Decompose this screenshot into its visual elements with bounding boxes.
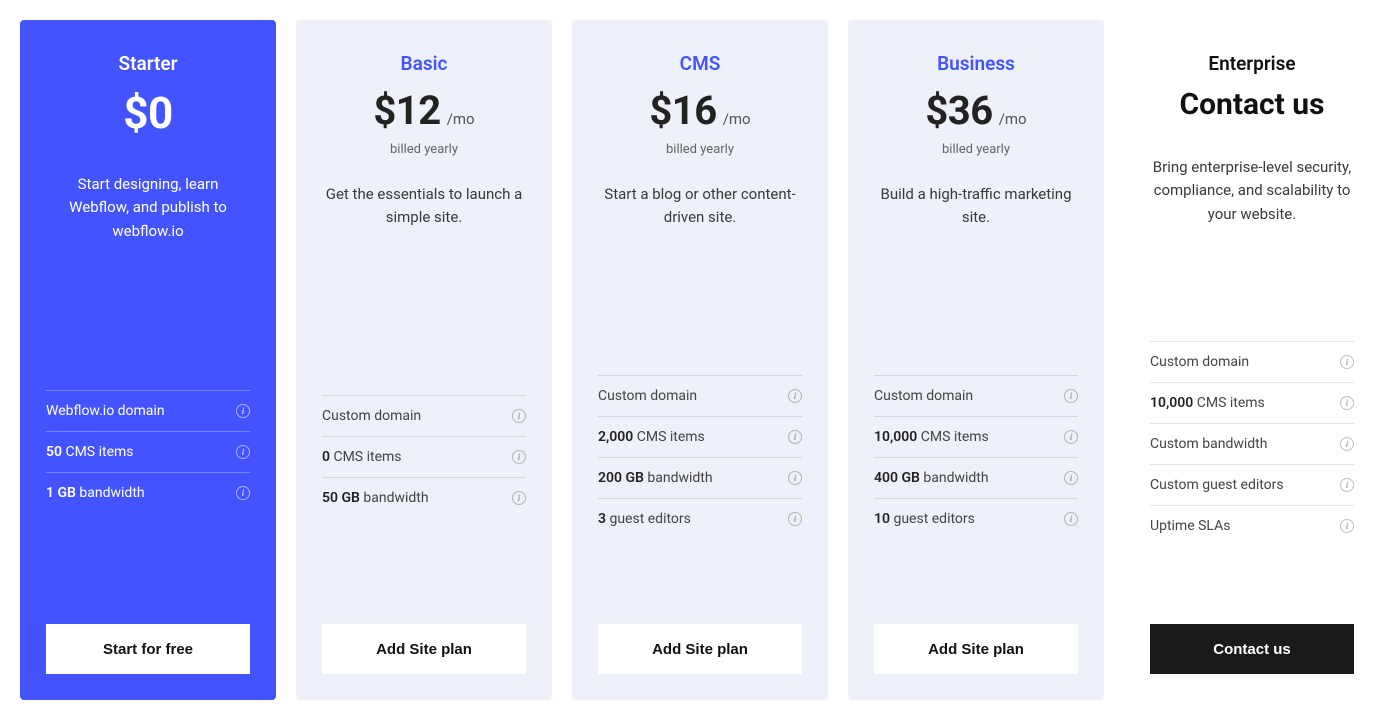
plan-per-month: /mo <box>723 110 751 128</box>
plan-name: CMS <box>598 52 802 75</box>
plan-header: Starter $0 <box>46 52 250 147</box>
plan-per-month: /mo <box>447 110 475 128</box>
info-icon[interactable]: i <box>1340 519 1354 533</box>
plan-price: $12 <box>373 87 440 134</box>
feature-item: Custom domaini <box>322 395 526 436</box>
feature-list: Custom domaini 2,000 CMS itemsi 200 GB b… <box>598 375 802 539</box>
add-site-plan-button[interactable]: Add Site plan <box>874 624 1078 674</box>
info-icon[interactable]: i <box>512 491 526 505</box>
info-icon[interactable]: i <box>1340 437 1354 451</box>
feature-list: Custom domaini 0 CMS itemsi 50 GB bandwi… <box>322 395 526 518</box>
plan-price: $36 <box>925 87 992 134</box>
info-icon[interactable]: i <box>236 445 250 459</box>
plan-price: $16 <box>649 87 716 134</box>
feature-item: 200 GB bandwidthi <box>598 457 802 498</box>
info-icon[interactable]: i <box>788 389 802 403</box>
feature-item: Webflow.io domaini <box>46 390 250 431</box>
feature-item: 10 guest editorsi <box>874 498 1078 539</box>
info-icon[interactable]: i <box>1340 396 1354 410</box>
feature-item: 50 CMS itemsi <box>46 431 250 472</box>
feature-item: Custom domaini <box>874 375 1078 416</box>
info-icon[interactable]: i <box>788 512 802 526</box>
start-for-free-button[interactable]: Start for free <box>46 624 250 674</box>
plan-name: Starter <box>46 52 250 75</box>
info-icon[interactable]: i <box>1064 430 1078 444</box>
feature-item: Custom domaini <box>1150 341 1354 382</box>
feature-list: Custom domaini 10,000 CMS itemsi Custom … <box>1150 341 1354 546</box>
plan-contact-label: Contact us <box>1150 87 1354 122</box>
info-icon[interactable]: i <box>1064 389 1078 403</box>
plan-name: Basic <box>322 52 526 75</box>
plan-header: Business $36 /mo billed yearly <box>874 52 1078 157</box>
plan-per-month: /mo <box>999 110 1027 128</box>
plan-name: Enterprise <box>1150 52 1354 75</box>
info-icon[interactable]: i <box>788 471 802 485</box>
plan-business: Business $36 /mo billed yearly Build a h… <box>848 20 1104 700</box>
feature-item: Custom bandwidthi <box>1150 423 1354 464</box>
feature-item: 10,000 CMS itemsi <box>1150 382 1354 423</box>
feature-item: Custom domaini <box>598 375 802 416</box>
info-icon[interactable]: i <box>1340 478 1354 492</box>
info-icon[interactable]: i <box>1064 512 1078 526</box>
plan-price: $0 <box>123 87 173 139</box>
feature-item: Custom guest editorsi <box>1150 464 1354 505</box>
plan-header: Basic $12 /mo billed yearly <box>322 52 526 157</box>
plan-enterprise: Enterprise Contact us Bring enterprise-l… <box>1124 20 1380 700</box>
plan-header: CMS $16 /mo billed yearly <box>598 52 802 157</box>
feature-item: 1 GB bandwidthi <box>46 472 250 513</box>
contact-us-button[interactable]: Contact us <box>1150 624 1354 674</box>
plan-billing: billed yearly <box>874 142 1078 157</box>
info-icon[interactable]: i <box>236 404 250 418</box>
info-icon[interactable]: i <box>1340 355 1354 369</box>
info-icon[interactable]: i <box>512 450 526 464</box>
feature-item: Uptime SLAsi <box>1150 505 1354 546</box>
plans-row: Starter $0 Start designing, learn Webflo… <box>20 20 1380 700</box>
info-icon[interactable]: i <box>788 430 802 444</box>
plan-description: Bring enterprise-level security, complia… <box>1150 156 1354 242</box>
info-icon[interactable]: i <box>1064 471 1078 485</box>
info-icon[interactable]: i <box>236 486 250 500</box>
feature-list: Custom domaini 10,000 CMS itemsi 400 GB … <box>874 375 1078 539</box>
feature-item: 0 CMS itemsi <box>322 436 526 477</box>
plan-description: Get the essentials to launch a simple si… <box>322 183 526 269</box>
feature-list: Webflow.io domaini 50 CMS itemsi 1 GB ba… <box>46 390 250 513</box>
plan-cms: CMS $16 /mo billed yearly Start a blog o… <box>572 20 828 700</box>
plan-starter: Starter $0 Start designing, learn Webflo… <box>20 20 276 700</box>
feature-item: 10,000 CMS itemsi <box>874 416 1078 457</box>
add-site-plan-button[interactable]: Add Site plan <box>598 624 802 674</box>
plan-header: Enterprise Contact us <box>1150 52 1354 130</box>
add-site-plan-button[interactable]: Add Site plan <box>322 624 526 674</box>
plan-description: Start designing, learn Webflow, and publ… <box>46 173 250 259</box>
plan-billing: billed yearly <box>598 142 802 157</box>
feature-item: 3 guest editorsi <box>598 498 802 539</box>
feature-item: 2,000 CMS itemsi <box>598 416 802 457</box>
plan-basic: Basic $12 /mo billed yearly Get the esse… <box>296 20 552 700</box>
plan-description: Start a blog or other content-driven sit… <box>598 183 802 269</box>
plan-billing: billed yearly <box>322 142 526 157</box>
plan-description: Build a high-traffic marketing site. <box>874 183 1078 269</box>
feature-item: 50 GB bandwidthi <box>322 477 526 518</box>
info-icon[interactable]: i <box>512 409 526 423</box>
feature-item: 400 GB bandwidthi <box>874 457 1078 498</box>
plan-name: Business <box>874 52 1078 75</box>
